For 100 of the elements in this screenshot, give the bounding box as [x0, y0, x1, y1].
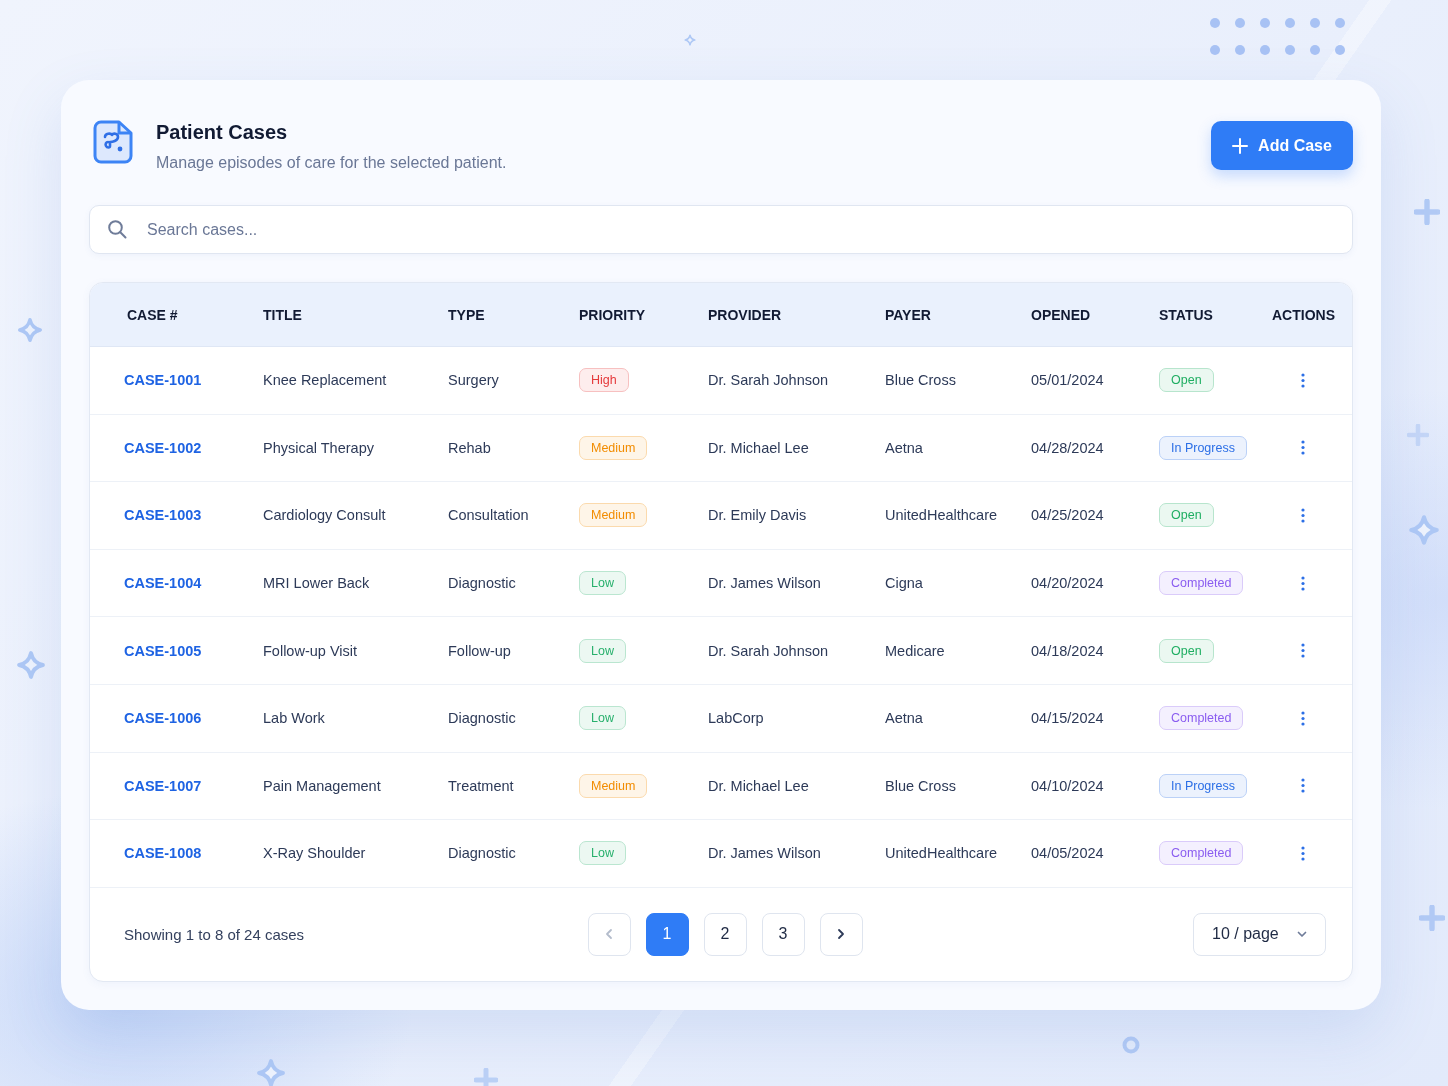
table-cell: Follow-up Visit	[263, 642, 358, 659]
page-title: Patient Cases	[156, 120, 288, 144]
case-link[interactable]: CASE-1004	[124, 575, 202, 592]
more-options-icon[interactable]	[1301, 778, 1305, 794]
decor-dot	[1335, 45, 1345, 55]
more-options-icon[interactable]	[1301, 575, 1305, 591]
decor-dot	[1210, 45, 1220, 55]
status-badge: Completed	[1159, 706, 1244, 731]
sparkle-icon	[684, 34, 696, 46]
table-cell: 04/05/2024	[1031, 845, 1104, 862]
decor-dot	[1285, 45, 1295, 55]
table-cell: Surgery	[448, 372, 499, 389]
priority-badge: Medium	[579, 435, 648, 460]
column-header: TITLE	[263, 306, 302, 323]
sparkle-icon	[17, 317, 43, 343]
page-button[interactable]: 1	[645, 912, 689, 956]
table-cell: Rehab	[448, 439, 491, 456]
table-cell: 05/01/2024	[1031, 372, 1104, 389]
decor-dot	[1260, 18, 1270, 28]
table-cell: 04/28/2024	[1031, 439, 1104, 456]
search-icon	[107, 219, 127, 239]
plus-icon	[1232, 137, 1249, 154]
table-cell: Treatment	[448, 777, 514, 794]
table-cell: UnitedHealthcare	[885, 845, 998, 862]
page-size-select[interactable]: 10 / page	[1193, 912, 1326, 956]
results-summary: Showing 1 to 8 of 24 cases	[124, 925, 305, 943]
plus-icon	[1414, 199, 1440, 225]
case-link[interactable]: CASE-1008	[124, 845, 202, 862]
priority-badge: Low	[579, 571, 626, 596]
table-cell: Dr. Michael Lee	[708, 777, 809, 794]
column-header: ACTIONS	[1272, 306, 1335, 323]
table-cell: Medicare	[885, 642, 945, 659]
more-options-icon[interactable]	[1301, 440, 1305, 456]
table-cell: Dr. James Wilson	[708, 575, 821, 592]
table-cell: 04/18/2024	[1031, 642, 1104, 659]
table-cell: Pain Management	[263, 777, 381, 794]
decor-dot	[1235, 45, 1245, 55]
priority-badge: Medium	[579, 503, 648, 528]
chevron-right-icon	[835, 928, 847, 941]
status-badge: Completed	[1159, 571, 1244, 596]
column-header: PAYER	[885, 306, 931, 323]
more-options-icon[interactable]	[1301, 643, 1305, 659]
table-cell: Knee Replacement	[263, 372, 387, 389]
sparkle-icon	[256, 1058, 286, 1086]
priority-badge: Low	[579, 638, 626, 663]
table-cell: Dr. Sarah Johnson	[708, 372, 829, 389]
priority-badge: Medium	[579, 773, 648, 798]
decor-dot	[1260, 45, 1270, 55]
case-link[interactable]: CASE-1006	[124, 710, 202, 727]
table-cell: Follow-up	[448, 642, 511, 659]
more-options-icon[interactable]	[1301, 710, 1305, 726]
table-cell: Diagnostic	[448, 710, 516, 727]
table-cell: Physical Therapy	[263, 439, 374, 456]
column-header: CASE #	[127, 306, 178, 323]
table-cell: UnitedHealthcare	[885, 507, 998, 524]
plus-icon	[1419, 905, 1445, 931]
table-cell: Dr. Michael Lee	[708, 439, 809, 456]
sparkle-icon	[16, 650, 46, 680]
priority-badge: Low	[579, 841, 626, 866]
status-badge: Open	[1159, 368, 1214, 393]
sparkle-icon	[1408, 514, 1440, 546]
status-badge: In Progress	[1159, 773, 1247, 798]
column-header: STATUS	[1159, 306, 1213, 323]
decor-dot	[1210, 18, 1220, 28]
table-cell: MRI Lower Back	[263, 575, 370, 592]
table-cell: LabCorp	[708, 710, 764, 727]
table-cell: Diagnostic	[448, 845, 516, 862]
more-options-icon[interactable]	[1301, 372, 1305, 388]
table-cell: Diagnostic	[448, 575, 516, 592]
table-cell: Blue Cross	[885, 777, 956, 794]
decor-dot	[1235, 18, 1245, 28]
table-cell: X-Ray Shoulder	[263, 845, 366, 862]
more-options-icon[interactable]	[1301, 845, 1305, 861]
table-cell: Dr. James Wilson	[708, 845, 821, 862]
priority-badge: High	[579, 368, 629, 393]
case-link[interactable]: CASE-1001	[124, 372, 202, 389]
page-button[interactable]: 2	[703, 912, 747, 956]
page-button[interactable]: 3	[761, 912, 805, 956]
table-cell: Cigna	[885, 575, 923, 592]
case-link[interactable]: CASE-1002	[124, 439, 202, 456]
status-badge: Open	[1159, 503, 1214, 528]
table-cell: 04/10/2024	[1031, 777, 1104, 794]
decor-dot	[1285, 18, 1295, 28]
table-cell: Cardiology Consult	[263, 507, 386, 524]
plus-icon	[1407, 424, 1429, 446]
case-link[interactable]: CASE-1003	[124, 507, 202, 524]
case-link[interactable]: CASE-1005	[124, 642, 202, 659]
table-cell: Dr. Emily Davis	[708, 507, 807, 524]
add-case-button[interactable]: Add Case	[1211, 121, 1353, 170]
table-cell: Aetna	[885, 710, 923, 727]
column-header: PROVIDER	[708, 306, 782, 323]
plus-icon	[474, 1068, 498, 1086]
decor-dot	[1310, 18, 1320, 28]
case-link[interactable]: CASE-1007	[124, 777, 202, 794]
ring-icon	[1122, 1036, 1140, 1054]
search-field[interactable]: Search cases...	[89, 205, 1353, 254]
chevron-left-icon	[603, 928, 615, 941]
status-badge: Open	[1159, 638, 1214, 663]
more-options-icon[interactable]	[1301, 508, 1305, 523]
table-cell: Dr. Sarah Johnson	[708, 642, 829, 659]
